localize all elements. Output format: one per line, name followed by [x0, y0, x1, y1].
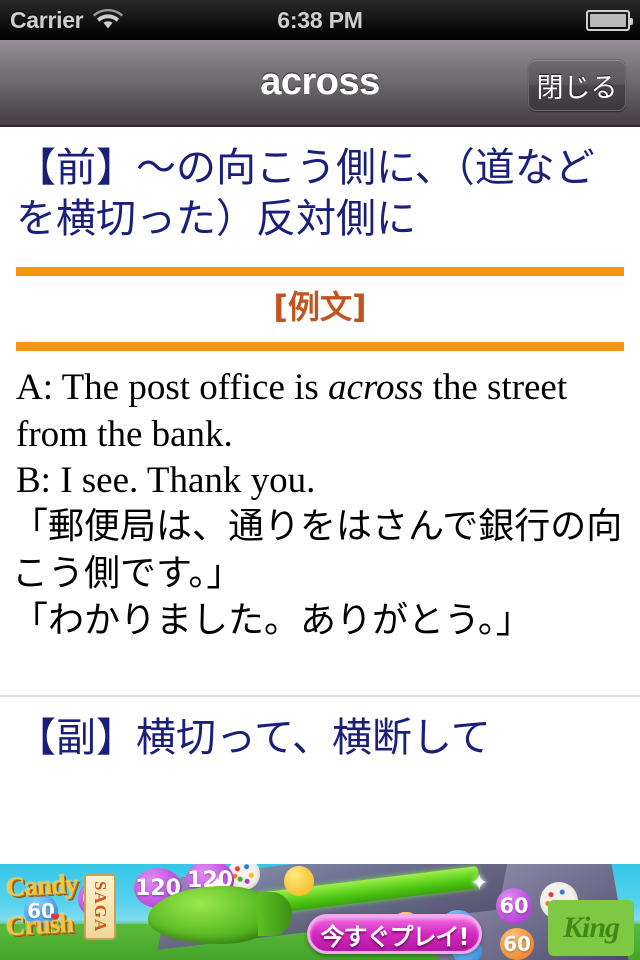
advertisement-banner[interactable]: 60 60 120 120 60 60 ✦ ✦ ✦ Candy ♥ Crush …	[0, 864, 640, 960]
battery-fill	[590, 13, 626, 27]
definition-text: 【前】〜の向こう側に、（道などを横切った）反対側に	[16, 145, 595, 243]
example-ja-line1: 「郵便局は、通りをはさんで銀行の向こう側です。」	[12, 506, 623, 594]
status-bar-left: Carrier	[10, 7, 320, 34]
close-button[interactable]: 閉じる	[528, 59, 626, 111]
wifi-icon	[93, 8, 124, 31]
example-en-part1: A: The post office is	[16, 367, 329, 409]
status-bar-right	[320, 9, 633, 31]
example-rule-top	[16, 267, 624, 277]
ad-play-now-button[interactable]: 今すぐプレイ!	[307, 914, 482, 954]
battery-icon	[586, 9, 633, 31]
example-section-label: [例文]	[273, 288, 367, 327]
page-title: across	[260, 61, 380, 103]
carrier-label: Carrier	[10, 6, 84, 33]
navigation-bar: across 閉じる	[0, 40, 640, 127]
ad-score-5: 60	[500, 928, 534, 960]
next-definition-text: 【副】横切って、横断して	[16, 714, 491, 761]
example-rule-bottom	[16, 342, 624, 352]
ad-saga-label: SAGA	[91, 881, 110, 933]
dictionary-entry-scroll[interactable]: 【前】〜の向こう側に、（道などを横切った）反対側に [例文] A: The po…	[0, 129, 640, 864]
ad-saga-tag: SAGA	[84, 874, 116, 940]
example-sentence-english: A: The post office is across the street …	[0, 351, 640, 504]
status-bar: Carrier 6:38 PM	[0, 0, 640, 40]
ad-sparkle-2: ✦	[470, 870, 489, 895]
example-en-headword: across	[328, 367, 424, 409]
example-ja-line2: 「わかりました。ありがとう。」	[12, 599, 532, 641]
example-sentence-japanese: 「郵便局は、通りをはさんで銀行の向こう側です。」 「わかりました。ありがとう。」	[0, 504, 640, 644]
ad-cta-label: 今すぐプレイ!	[320, 922, 470, 951]
ad-publisher-logo: King	[548, 900, 634, 956]
ad-publisher-label: King	[562, 911, 620, 944]
ad-score-4: 60	[496, 888, 532, 924]
candy-yellow-1	[284, 866, 314, 896]
example-en-line2: B: I see. Thank you.	[16, 459, 316, 501]
